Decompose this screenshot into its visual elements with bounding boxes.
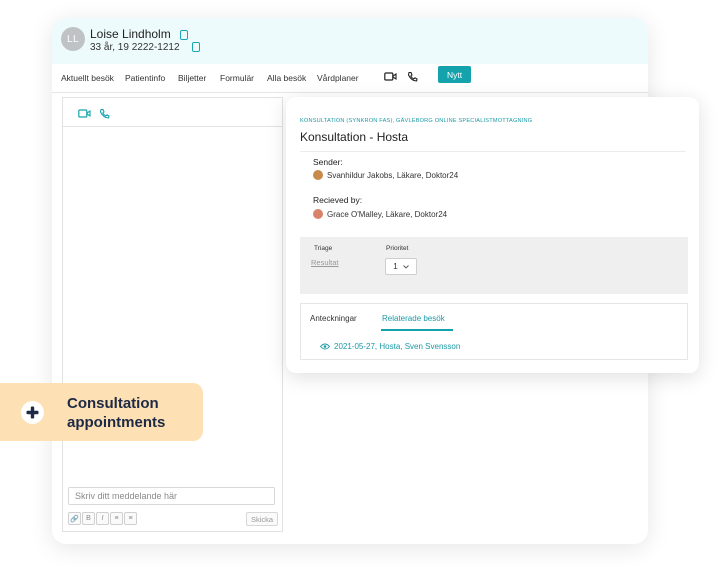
new-button[interactable]: Nytt (438, 66, 471, 83)
nav-patientinfo[interactable]: Patientinfo (125, 73, 165, 83)
nav-biljetter[interactable]: Biljetter (178, 73, 206, 83)
phone-icon[interactable] (99, 108, 110, 119)
avatar (313, 170, 323, 180)
consultation-card: KONSULTATION (SYNKRON FAS), GÄVLEBORG ON… (286, 97, 699, 373)
receiver-row: Grace O'Malley, Läkare, Doktor24 (313, 209, 447, 219)
patient-details: 33 år, 19 2222-1212 (90, 42, 180, 53)
bullet-list-button[interactable]: ≡ (110, 512, 123, 525)
result-link[interactable]: Resultat (311, 258, 339, 267)
numbered-list-button[interactable]: ≡ (124, 512, 137, 525)
send-button[interactable]: Skicka (246, 512, 278, 526)
sender-label: Sender: (313, 157, 343, 167)
phone-icon[interactable] (407, 71, 418, 82)
receiver-label: Recieved by: (313, 195, 363, 205)
promo-text: Consultation appointments (67, 394, 165, 432)
italic-format-button[interactable]: I (96, 512, 109, 525)
nav-alla-besok[interactable]: Alla besök (267, 73, 306, 83)
priority-value: 1 (393, 262, 398, 271)
active-tab-indicator (381, 329, 453, 331)
priority-label: Prioritet (386, 245, 409, 252)
nav-aktuellt-besok[interactable]: Aktuellt besök (61, 73, 114, 83)
consultation-title: Konsultation - Hosta (300, 130, 409, 144)
patient-header: LL Loise Lindholm 33 år, 19 2222-1212 (52, 18, 648, 64)
video-icon[interactable] (78, 108, 91, 119)
eye-icon (320, 343, 330, 350)
receiver-name: Grace O'Malley, Läkare, Doktor24 (327, 209, 448, 219)
tab-relaterade-besok[interactable]: Relaterade besök (382, 314, 445, 323)
tab-anteckningar[interactable]: Anteckningar (310, 314, 357, 323)
sender-name: Svanhildur Jakobs, Läkare, Doktor24 (327, 170, 459, 180)
video-icon[interactable] (384, 71, 397, 82)
chat-toolbar (63, 98, 282, 127)
bold-format-button[interactable]: B (82, 512, 95, 525)
tabs-section: Anteckningar Relaterade besök 2021-05-27… (300, 303, 688, 360)
promo-line-2: appointments (67, 414, 166, 431)
promo-line-1: Consultation (67, 395, 159, 412)
consultation-meta: KONSULTATION (SYNKRON FAS), GÄVLEBORG ON… (300, 118, 533, 124)
copy-icon[interactable] (180, 29, 189, 40)
link-format-button[interactable]: 🔗 (68, 512, 81, 525)
patient-nav: Aktuellt besök Patientinfo Biljetter For… (52, 64, 648, 93)
avatar (313, 209, 323, 219)
priority-select[interactable]: 1 (385, 258, 417, 275)
triage-section: Triage Resultat Prioritet 1 (300, 237, 688, 294)
patient-details-row: 33 år, 19 2222-1212 (90, 42, 201, 53)
plus-icon (26, 406, 39, 419)
chevron-down-icon (402, 264, 409, 269)
patient-name: Loise Lindholm (90, 27, 171, 41)
nav-formular[interactable]: Formulär (220, 73, 254, 83)
sender-row: Svanhildur Jakobs, Läkare, Doktor24 (313, 170, 458, 180)
chat-panel: Skriv ditt meddelande här 🔗 B I ≡ ≡ Skic… (62, 97, 283, 532)
avatar: LL (61, 27, 85, 51)
plus-icon-circle (21, 401, 44, 424)
message-input[interactable]: Skriv ditt meddelande här (68, 487, 275, 505)
divider (300, 151, 686, 152)
promo-badge: Consultation appointments (0, 383, 203, 441)
patient-name-row: Loise Lindholm (90, 27, 189, 41)
related-visit-text: 2021-05-27, Hosta, Sven Svensson (334, 342, 461, 351)
copy-icon[interactable] (192, 42, 201, 53)
triage-label: Triage (314, 245, 333, 252)
related-visit-link[interactable]: 2021-05-27, Hosta, Sven Svensson (320, 342, 460, 351)
nav-vardplaner[interactable]: Vårdplaner (317, 73, 359, 83)
